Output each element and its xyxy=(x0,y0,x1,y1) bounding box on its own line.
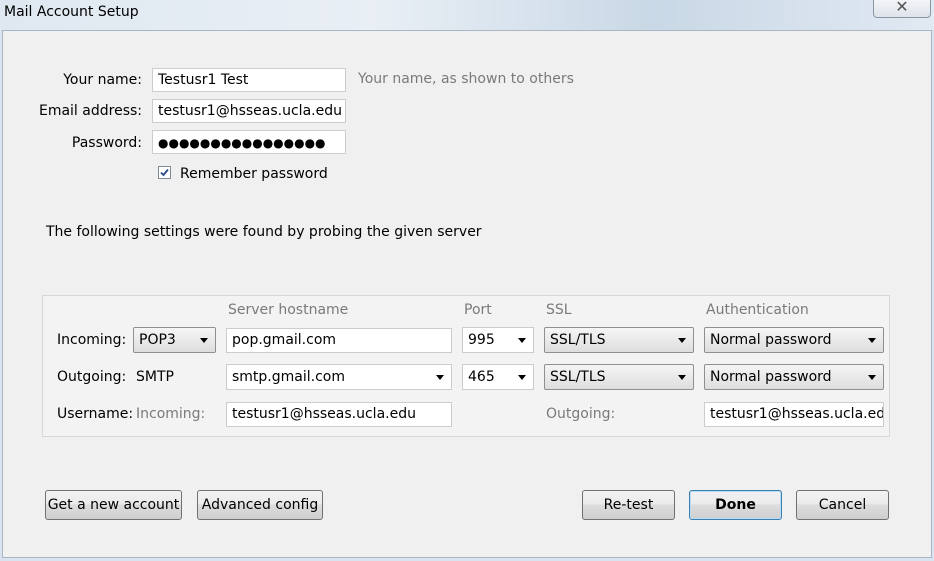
chevron-down-icon xyxy=(518,375,526,380)
outgoing-port-value: 465 xyxy=(468,369,495,385)
outgoing-protocol: SMTP xyxy=(136,369,174,385)
incoming-ssl-value: SSL/TLS xyxy=(550,332,606,348)
status-message: The following settings were found by pro… xyxy=(46,224,482,240)
outgoing-username-input[interactable]: testusr1@hsseas.ucla.edu xyxy=(704,402,884,427)
header-port: Port xyxy=(464,302,492,318)
remember-password-label[interactable]: Remember password xyxy=(180,166,328,182)
name-input[interactable]: Testusr1 Test xyxy=(152,68,346,92)
incoming-protocol-value: POP3 xyxy=(139,332,176,348)
outgoing-port-combo[interactable]: 465 xyxy=(462,364,534,390)
chevron-down-icon xyxy=(868,375,876,380)
username-outgoing-label: Outgoing: xyxy=(546,406,616,422)
outgoing-hostname-value: smtp.gmail.com xyxy=(232,369,345,385)
incoming-port-value: 995 xyxy=(468,332,495,348)
done-button[interactable]: Done xyxy=(689,490,782,520)
incoming-username-input[interactable]: testusr1@hsseas.ucla.edu xyxy=(226,402,452,427)
header-authentication: Authentication xyxy=(706,302,809,318)
close-button[interactable]: ✕ xyxy=(873,0,931,18)
chevron-down-icon xyxy=(678,338,686,343)
incoming-protocol-select[interactable]: POP3 xyxy=(133,327,216,353)
outgoing-ssl-select[interactable]: SSL/TLS xyxy=(544,364,694,390)
email-label: Email address: xyxy=(38,103,142,119)
outgoing-auth-value: Normal password xyxy=(710,369,832,385)
incoming-port-combo[interactable]: 995 xyxy=(462,327,534,353)
get-new-account-button[interactable]: Get a new account xyxy=(45,490,182,520)
title-bar: Mail Account Setup ✕ xyxy=(0,0,934,30)
password-label: Password: xyxy=(71,135,142,151)
checkmark-icon xyxy=(160,168,169,177)
header-server-hostname: Server hostname xyxy=(228,302,349,318)
username-incoming-label: Incoming: xyxy=(136,406,206,422)
incoming-auth-select[interactable]: Normal password xyxy=(704,327,884,353)
remember-password-checkbox[interactable] xyxy=(158,166,171,179)
incoming-hostname-input[interactable]: pop.gmail.com xyxy=(226,328,452,353)
chevron-down-icon xyxy=(868,338,876,343)
window-title: Mail Account Setup xyxy=(4,4,139,20)
username-label: Username: xyxy=(57,406,134,422)
outgoing-auth-select[interactable]: Normal password xyxy=(704,364,884,390)
outgoing-hostname-combo[interactable]: smtp.gmail.com xyxy=(226,364,452,390)
incoming-auth-value: Normal password xyxy=(710,332,832,348)
outgoing-label: Outgoing: xyxy=(57,369,127,385)
retest-button[interactable]: Re-test xyxy=(582,490,675,520)
chevron-down-icon xyxy=(436,375,444,380)
name-label: Your name: xyxy=(63,72,142,88)
name-hint: Your name, as shown to others xyxy=(358,71,574,87)
chevron-down-icon xyxy=(518,338,526,343)
email-input[interactable]: testusr1@hsseas.ucla.edu xyxy=(152,99,346,123)
password-input[interactable]: ●●●●●●●●●●●●●●●● xyxy=(152,130,346,154)
incoming-label: Incoming: xyxy=(57,332,127,348)
close-icon: ✕ xyxy=(895,0,909,16)
chevron-down-icon xyxy=(200,338,208,343)
advanced-config-button[interactable]: Advanced config xyxy=(197,490,323,520)
outgoing-ssl-value: SSL/TLS xyxy=(550,369,606,385)
cancel-button[interactable]: Cancel xyxy=(796,490,889,520)
header-ssl: SSL xyxy=(546,302,572,318)
chevron-down-icon xyxy=(678,375,686,380)
incoming-ssl-select[interactable]: SSL/TLS xyxy=(544,327,694,353)
